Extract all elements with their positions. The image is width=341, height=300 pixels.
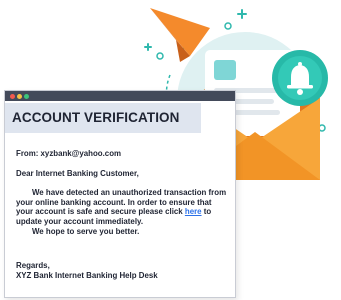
email-signature: XYZ Bank Internet Banking Help Desk [16, 270, 158, 280]
email-body: From: xyzbank@yahoo.com Dear Internet Ba… [16, 149, 230, 280]
email-regards: Regards, [16, 261, 50, 271]
email-title: ACCOUNT VERIFICATION [12, 110, 180, 125]
email-greeting: Dear Internet Banking Customer, [16, 168, 139, 178]
window-titlebar [5, 91, 235, 101]
close-dot [10, 93, 15, 99]
maximize-dot [24, 93, 29, 99]
email-window: ACCOUNT VERIFICATION From: xyzbank@yahoo… [4, 90, 236, 298]
email-closing-line: We hope to serve you better. [32, 226, 140, 236]
bell-icon [272, 50, 328, 106]
minimize-dot [17, 93, 22, 99]
phishing-link[interactable]: here [185, 207, 202, 216]
email-from: From: xyzbank@yahoo.com [16, 149, 122, 158]
email-paragraph: We have detected an unauthorized transac… [16, 188, 230, 226]
